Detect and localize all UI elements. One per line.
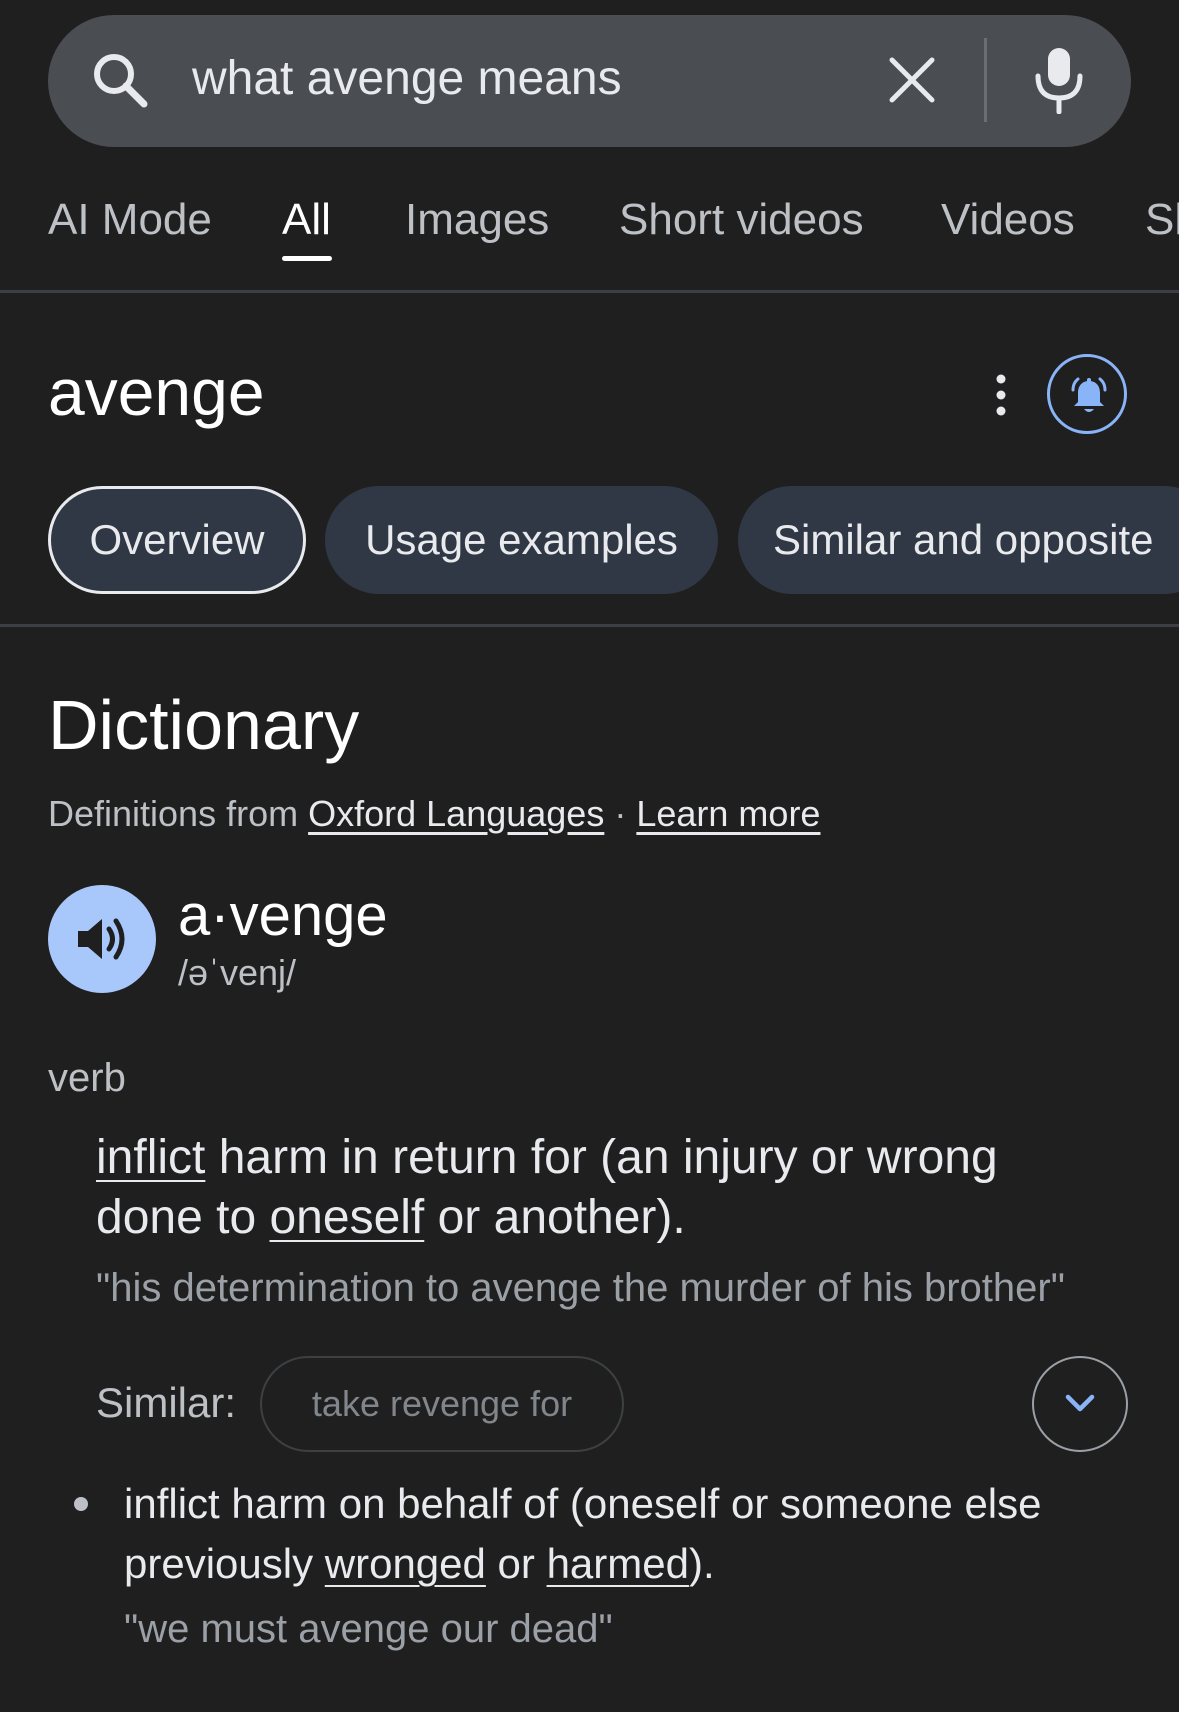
definition-text: or another). <box>424 1191 686 1244</box>
chip-usage-examples[interactable]: Usage examples <box>325 486 718 594</box>
oneself-link[interactable]: oneself <box>269 1191 424 1244</box>
dictionary-heading: Dictionary <box>48 686 360 764</box>
similar-label: Similar: <box>96 1379 237 1426</box>
active-tab-indicator <box>282 256 332 261</box>
definition-text: or <box>485 1540 547 1587</box>
definition-1: inflict harm in return for (an injury or… <box>96 1128 1096 1248</box>
inflict-link[interactable]: inflict <box>96 1131 205 1184</box>
more-vert-icon[interactable] <box>986 370 1016 420</box>
definition-text: ). <box>688 1540 715 1587</box>
definition-2: inflict harm on behalf of (oneself or so… <box>124 1474 1124 1594</box>
tab-images[interactable]: Images <box>405 192 549 248</box>
example-1: "his determination to avenge the murder … <box>96 1266 1065 1310</box>
wronged-link[interactable]: wronged <box>325 1540 486 1587</box>
bullet <box>74 1497 88 1511</box>
speaker-icon <box>78 918 125 960</box>
tab-short-videos[interactable]: Short videos <box>619 192 864 248</box>
similar-chip[interactable]: take revenge for <box>260 1356 624 1452</box>
bell-icon <box>1071 377 1107 412</box>
chevron-down-icon <box>1065 1394 1095 1412</box>
oxford-languages-link[interactable]: Oxford Languages <box>308 793 604 834</box>
search-divider <box>984 38 987 122</box>
harmed-link[interactable]: harmed <box>547 1540 689 1587</box>
example-2: "we must avenge our dead" <box>124 1607 613 1651</box>
learn-more-link[interactable]: Learn more <box>636 793 820 834</box>
headword: a·venge <box>178 883 388 948</box>
part-of-speech: verb <box>48 1056 126 1100</box>
close-icon[interactable] <box>884 52 940 108</box>
mic-icon[interactable] <box>1030 46 1088 114</box>
chip-overview[interactable]: Overview <box>48 486 306 594</box>
chips-divider <box>0 624 1179 627</box>
source-prefix: Definitions from <box>48 793 299 834</box>
search-input[interactable]: what avenge means <box>192 46 622 112</box>
search-tabs: AI Mode All Images Short videos Videos S… <box>0 182 1179 292</box>
source-separator: · <box>614 793 627 834</box>
tabs-divider <box>0 290 1179 293</box>
tab-shopping[interactable]: Sh <box>1145 192 1179 248</box>
page-title: avenge <box>48 355 265 429</box>
tab-videos[interactable]: Videos <box>941 192 1075 248</box>
phonetic: /əˈvenj/ <box>178 952 297 993</box>
tab-all[interactable]: All <box>282 192 331 248</box>
dictionary-source: Definitions from Oxford Languages · Lear… <box>48 790 820 838</box>
search-icon[interactable] <box>88 48 152 112</box>
chip-similar-opposite[interactable]: Similar and opposite <box>738 486 1179 594</box>
tab-ai-mode[interactable]: AI Mode <box>48 192 212 248</box>
